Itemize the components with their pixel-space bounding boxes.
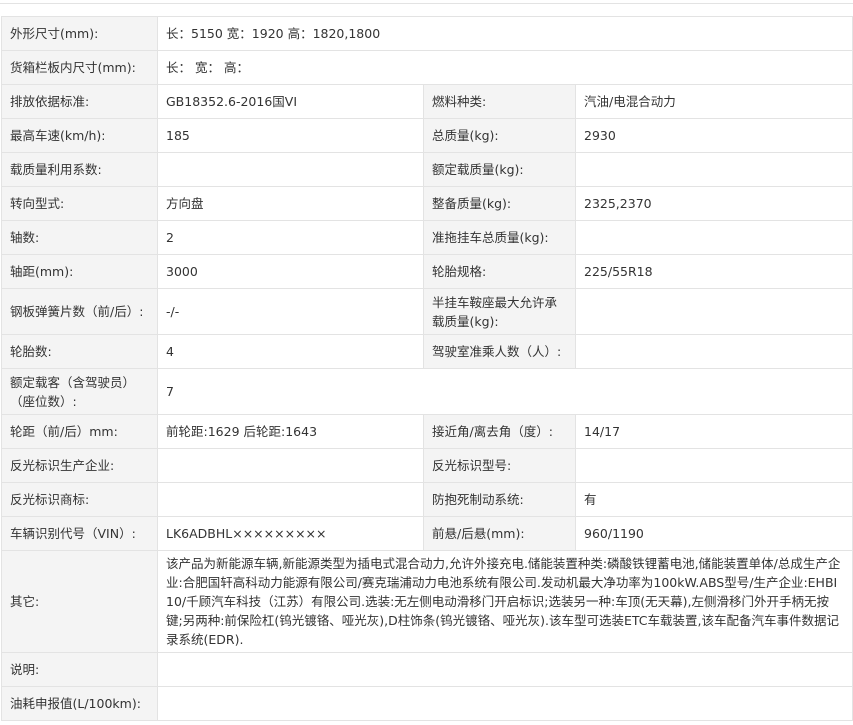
spec-value-2 [574, 220, 853, 255]
spec-label: 轴数: [1, 220, 158, 255]
table-row: 钢板弹簧片数（前/后）: -/- 半挂车鞍座最大允许承载质量(kg): [1, 288, 853, 335]
spec-label: 转向型式: [1, 186, 158, 221]
top-divider [0, 3, 853, 4]
spec-label: 油耗申报值(L/100km): [1, 686, 158, 721]
spec-label: 排放依据标准: [1, 84, 158, 119]
spec-label-2: 半挂车鞍座最大允许承载质量(kg): [423, 288, 576, 335]
spec-value: 185 [157, 118, 424, 153]
spec-label: 钢板弹簧片数（前/后）: [1, 288, 158, 335]
spec-value-2: 960/1190 [574, 516, 853, 551]
spec-value [157, 448, 424, 483]
spec-value [156, 686, 853, 721]
table-row: 载质量利用系数: 额定载质量(kg): [1, 152, 853, 187]
spec-value: 方向盘 [157, 186, 424, 221]
table-row: 轴距(mm): 3000 轮胎规格: 225/55R18 [1, 254, 853, 289]
table-row: 最高车速(km/h): 185 总质量(kg): 2930 [1, 118, 853, 153]
spec-value: 7 [156, 368, 853, 415]
table-row: 说明: [1, 652, 853, 687]
spec-label: 车辆识别代号（VIN）: [1, 516, 158, 551]
spec-value [157, 152, 424, 187]
spec-label: 说明: [1, 652, 158, 687]
spec-value-2: 14/17 [574, 414, 853, 449]
spec-label-2: 驾驶室准乘人数（人）: [423, 334, 576, 369]
spec-value: LK6ADBHL××××××××× [157, 516, 424, 551]
spec-label: 额定载客（含驾驶员）（座位数）: [1, 368, 158, 415]
spec-label: 外形尺寸(mm): [1, 16, 158, 51]
spec-label: 反光标识商标: [1, 482, 158, 517]
table-row: 车辆识别代号（VIN）: LK6ADBHL××××××××× 前悬/后悬(mm)… [1, 516, 853, 551]
spec-label: 货箱栏板内尺寸(mm): [1, 50, 158, 85]
spec-value: 前轮距:1629 后轮距:1643 [157, 414, 424, 449]
spec-label: 反光标识生产企业: [1, 448, 158, 483]
spec-value-notes: 该产品为新能源车辆,新能源类型为插电式混合动力,允许外接充电.储能装置种类:磷酸… [156, 550, 853, 653]
table-row: 排放依据标准: GB18352.6-2016国VI 燃料种类: 汽油/电混合动力 [1, 84, 853, 119]
vehicle-spec-table: 外形尺寸(mm): 长：5150 宽：1920 高：1820,1800 货箱栏板… [1, 16, 853, 721]
spec-label: 轴距(mm): [1, 254, 158, 289]
spec-label-2: 准拖挂车总质量(kg): [423, 220, 576, 255]
table-row: 转向型式: 方向盘 整备质量(kg): 2325,2370 [1, 186, 853, 221]
spec-label-2: 前悬/后悬(mm): [423, 516, 576, 551]
spec-value: GB18352.6-2016国VI [157, 84, 424, 119]
spec-label: 其它: [1, 550, 158, 653]
table-row: 外形尺寸(mm): 长：5150 宽：1920 高：1820,1800 [1, 16, 853, 51]
spec-value-2 [574, 448, 853, 483]
spec-label-2: 燃料种类: [423, 84, 576, 119]
table-row: 反光标识生产企业: 反光标识型号: [1, 448, 853, 483]
spec-value-2 [574, 288, 853, 335]
spec-value-2: 2325,2370 [574, 186, 853, 221]
spec-value: 2 [157, 220, 424, 255]
spec-label: 轮距（前/后）mm: [1, 414, 158, 449]
spec-value: -/- [157, 288, 424, 335]
table-row: 货箱栏板内尺寸(mm): 长： 宽： 高： [1, 50, 853, 85]
spec-label-2: 额定载质量(kg): [423, 152, 576, 187]
table-row: 轴数: 2 准拖挂车总质量(kg): [1, 220, 853, 255]
spec-value: 3000 [157, 254, 424, 289]
spec-label-2: 防抱死制动系统: [423, 482, 576, 517]
spec-label-2: 整备质量(kg): [423, 186, 576, 221]
spec-value: 长： 宽： 高： [156, 50, 853, 85]
spec-label-2: 总质量(kg): [423, 118, 576, 153]
spec-label: 轮胎数: [1, 334, 158, 369]
spec-value-2: 2930 [574, 118, 853, 153]
spec-label-2: 轮胎规格: [423, 254, 576, 289]
spec-label-2: 接近角/离去角（度）: [423, 414, 576, 449]
spec-value-2: 225/55R18 [574, 254, 853, 289]
spec-value-2 [574, 334, 853, 369]
spec-value [157, 482, 424, 517]
table-row: 反光标识商标: 防抱死制动系统: 有 [1, 482, 853, 517]
spec-value-2: 汽油/电混合动力 [574, 84, 853, 119]
spec-label-2: 反光标识型号: [423, 448, 576, 483]
spec-value-2: 有 [574, 482, 853, 517]
table-row: 其它: 该产品为新能源车辆,新能源类型为插电式混合动力,允许外接充电.储能装置种… [1, 550, 853, 653]
table-row: 轮距（前/后）mm: 前轮距:1629 后轮距:1643 接近角/离去角（度）:… [1, 414, 853, 449]
table-row: 额定载客（含驾驶员）（座位数）: 7 [1, 368, 853, 415]
table-row: 油耗申报值(L/100km): [1, 686, 853, 721]
spec-value-2 [574, 152, 853, 187]
spec-value: 4 [157, 334, 424, 369]
spec-value [156, 652, 853, 687]
table-row: 轮胎数: 4 驾驶室准乘人数（人）: [1, 334, 853, 369]
spec-label: 载质量利用系数: [1, 152, 158, 187]
spec-value: 长：5150 宽：1920 高：1820,1800 [156, 16, 853, 51]
spec-label: 最高车速(km/h): [1, 118, 158, 153]
